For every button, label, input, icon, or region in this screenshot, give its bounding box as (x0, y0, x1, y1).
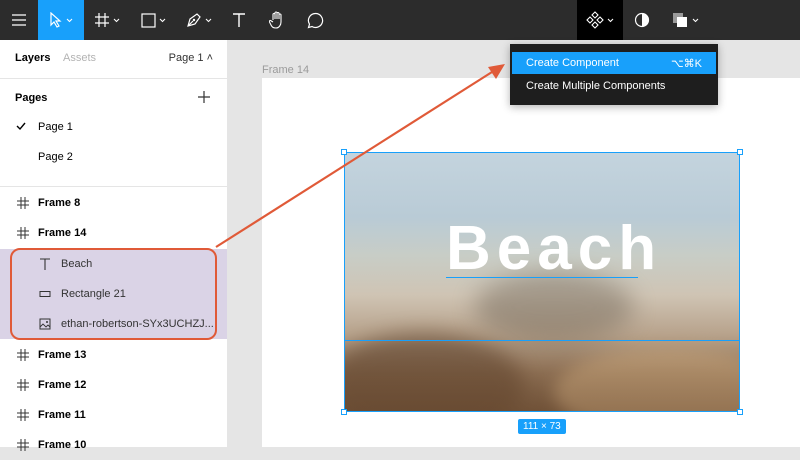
layer-label: Frame 14 (38, 227, 87, 239)
rectangle-icon (140, 12, 156, 28)
page-select[interactable]: Page 1 ˄ (169, 52, 213, 64)
text-tool-button[interactable] (222, 0, 256, 40)
chevron-down-icon (692, 18, 699, 22)
pages-heading: Pages (15, 92, 48, 104)
layer-label: Frame 10 (38, 439, 87, 451)
contrast-icon (634, 12, 650, 28)
toolbar (0, 0, 800, 40)
pen-tool-button[interactable] (176, 0, 222, 40)
layer-frame-12[interactable]: Frame 12 (0, 370, 227, 400)
panel-tabs: Layers Assets Page 1 ˄ (0, 40, 227, 79)
check-icon (16, 122, 26, 131)
page-label: Page 1 (38, 121, 73, 133)
page-label: Page 2 (38, 151, 73, 163)
menu-item-create-multiple-components[interactable]: Create Multiple Components (512, 75, 716, 97)
add-page-icon[interactable] (197, 90, 211, 104)
frame-icon (16, 226, 29, 239)
move-icon (50, 12, 62, 28)
layers-panel: Layers Assets Page 1 ˄ Pages Page 1 Page… (0, 40, 228, 451)
shape-tool-button[interactable] (130, 0, 176, 40)
chevron-down-icon (66, 18, 73, 22)
resize-handle-top-right[interactable] (737, 149, 743, 155)
component-dropdown: Create Component ⌥⌘K Create Multiple Com… (510, 44, 718, 105)
layer-frame-13[interactable]: Frame 13 (0, 340, 227, 370)
boolean-groups-button[interactable] (662, 0, 708, 40)
chevron-down-icon (607, 18, 614, 22)
frame-icon (16, 438, 29, 451)
menu-icon (12, 14, 26, 26)
layer-frame-11[interactable]: Frame 11 (0, 400, 227, 430)
hand-icon (269, 11, 282, 29)
layer-frame-8[interactable]: Frame 8 (0, 188, 227, 218)
frame-icon (95, 13, 109, 27)
tab-layers[interactable]: Layers (15, 52, 50, 64)
layer-label: Frame 11 (38, 409, 86, 421)
chevron-down-icon (113, 18, 120, 22)
annotation-highlight (10, 248, 217, 340)
chevron-down-icon (159, 18, 165, 22)
create-component-button[interactable] (577, 0, 623, 40)
frame-icon (16, 196, 29, 209)
selection-box (344, 152, 740, 412)
layer-label: Frame 13 (38, 349, 87, 361)
pen-icon (187, 13, 201, 27)
mask-button[interactable] (624, 0, 660, 40)
tab-assets[interactable]: Assets (63, 52, 96, 64)
layer-frame-14[interactable]: Frame 14 (0, 218, 227, 248)
frame-label[interactable]: Frame 14 (262, 64, 309, 76)
page-item-2[interactable]: Page 2 (0, 142, 227, 172)
comment-icon (307, 12, 323, 28)
boolean-icon (673, 13, 687, 27)
menu-item-label: Create Component (526, 57, 619, 69)
chevron-down-icon (205, 18, 212, 22)
layer-label: Frame 8 (38, 197, 81, 209)
page-item-1[interactable]: Page 1 (0, 112, 227, 142)
hand-tool-button[interactable] (258, 0, 296, 40)
divider (0, 186, 227, 187)
size-badge: 111 × 73 (518, 419, 566, 434)
text-icon (233, 13, 245, 27)
frame-icon (16, 378, 29, 391)
menu-item-create-component[interactable]: Create Component ⌥⌘K (512, 52, 716, 74)
resize-handle-bottom-left[interactable] (341, 409, 347, 415)
main-menu-button[interactable] (0, 0, 38, 40)
frame-icon (16, 408, 29, 421)
menu-item-label: Create Multiple Components (526, 80, 666, 92)
comment-tool-button[interactable] (296, 0, 334, 40)
frame-tool-button[interactable] (84, 0, 130, 40)
menu-item-shortcut: ⌥⌘K (670, 58, 702, 70)
layer-label: Frame 12 (38, 379, 87, 391)
component-icon (586, 11, 604, 29)
resize-handle-top-left[interactable] (341, 149, 347, 155)
layer-frame-10[interactable]: Frame 10 (0, 430, 227, 460)
resize-handle-bottom-right[interactable] (737, 409, 743, 415)
move-tool-button[interactable] (38, 0, 84, 40)
frame-icon (16, 348, 29, 361)
